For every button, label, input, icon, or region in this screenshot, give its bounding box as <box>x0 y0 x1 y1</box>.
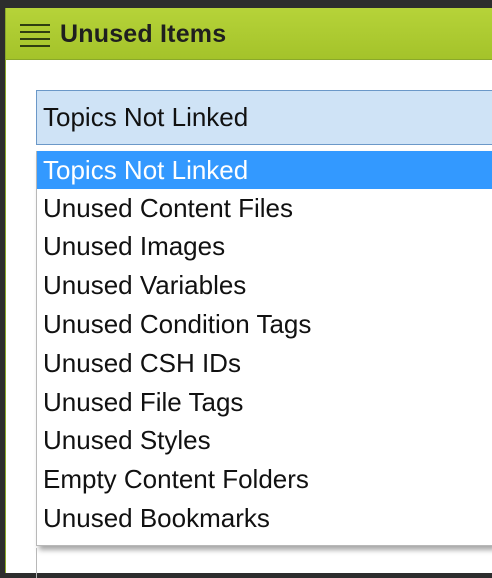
report-type-select[interactable]: Topics Not Linked <box>36 90 492 145</box>
dropdown-option-unused-file-tags[interactable]: Unused File Tags <box>37 383 492 421</box>
dropdown-option-empty-content-folders[interactable]: Empty Content Folders <box>37 460 492 498</box>
window: Unused Items Topics Not Linked Topics No… <box>0 0 492 578</box>
selected-report-type: Topics Not Linked <box>43 102 249 132</box>
dropdown-option-topics-not-linked[interactable]: Topics Not Linked <box>37 151 492 189</box>
dropdown-option-unused-content-files[interactable]: Unused Content Files <box>37 189 492 227</box>
panel-title: Unused Items <box>60 20 227 48</box>
dropdown-option-unused-bookmarks[interactable]: Unused Bookmarks <box>37 499 492 537</box>
dropdown-option-unused-csh-ids[interactable]: Unused CSH IDs <box>37 344 492 382</box>
dropdown-option-unused-variables[interactable]: Unused Variables <box>37 266 492 304</box>
unused-items-panel: Unused Items Topics Not Linked Topics No… <box>5 8 492 578</box>
hamburger-menu-icon[interactable] <box>20 24 50 47</box>
report-type-dropdown-list: Topics Not Linked Unused Content Files U… <box>36 151 492 546</box>
panel-titlebar: Unused Items <box>6 8 492 60</box>
underlying-control-edge <box>36 548 37 578</box>
dropdown-option-unused-condition-tags[interactable]: Unused Condition Tags <box>37 305 492 343</box>
dropdown-option-unused-images[interactable]: Unused Images <box>37 227 492 265</box>
dropdown-option-unused-styles[interactable]: Unused Styles <box>37 421 492 459</box>
